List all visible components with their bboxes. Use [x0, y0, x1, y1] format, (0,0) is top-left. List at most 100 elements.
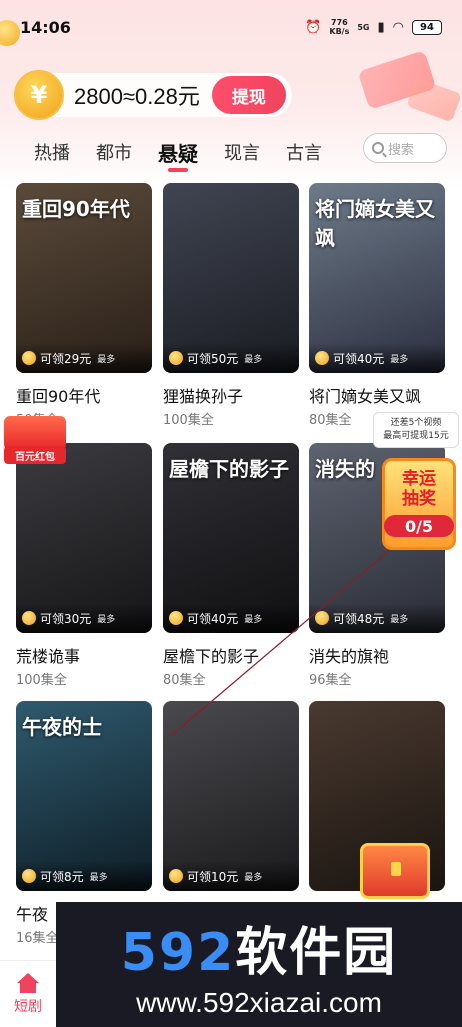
net-speed: 776 KB/s	[329, 18, 349, 36]
net-speed-unit: KB/s	[329, 27, 350, 36]
drama-poster[interactable]: 午夜的士可领8元 最多	[16, 701, 152, 891]
reward-bar: 可领40元 最多	[309, 343, 445, 373]
reward-amount: 可领30元	[40, 611, 92, 626]
drama-poster[interactable]: 可领10元 最多	[163, 701, 299, 891]
reward-amount: 可领50元	[187, 351, 239, 366]
drama-card[interactable]: 可领30元 最多荒楼诡事 100集全	[16, 443, 152, 688]
signal-type: 5G	[357, 22, 370, 32]
drama-title[interactable]: 消失的旗袍	[309, 643, 445, 667]
gold-coin-icon: ¥	[14, 70, 64, 120]
wifi-icon: ◠	[392, 19, 404, 35]
watermark-url: www.592xiazai.com	[136, 987, 382, 1018]
reward-bar: 可领30元 最多	[16, 603, 152, 633]
reward-amount: 可领48元	[333, 611, 385, 626]
coin-balance-pill: ¥ 2800≈0.28元 提现	[14, 70, 292, 120]
tab-4[interactable]: 古言	[286, 132, 322, 172]
reward-amount: 可领10元	[187, 869, 239, 884]
tab-1[interactable]: 都市	[96, 132, 132, 172]
lottery-tooltip: 还差5个视频 最高可提现15元	[373, 412, 459, 448]
net-speed-value: 776	[331, 18, 348, 27]
episode-count: 100集全	[16, 673, 67, 688]
home-icon	[17, 972, 39, 993]
redpacket-icon	[4, 416, 66, 450]
episode-count: 100集全	[163, 413, 214, 428]
reward-bar: 可领50元 最多	[163, 343, 299, 373]
lottery-tip-line2: 最高可提现15元	[383, 431, 449, 441]
drama-title[interactable]: 将门嫡女美又飒	[309, 383, 445, 407]
treasure-chest-icon[interactable]	[360, 843, 430, 899]
tab-2[interactable]: 悬疑	[158, 132, 198, 172]
signal-icon: ▮	[377, 19, 385, 35]
drama-card[interactable]: 将门嫡女美又飒 可领40元 最多 将门嫡女美又飒 80集全	[309, 183, 445, 428]
episode-count: 80集全	[163, 673, 206, 688]
drama-poster[interactable]: 将门嫡女美又飒可领40元 最多	[309, 183, 445, 373]
battery-icon: 94	[412, 19, 442, 35]
drama-poster[interactable]: 可领50元 最多	[163, 183, 299, 373]
lucky-draw-widget[interactable]: 幸运抽奖 0/5	[382, 458, 456, 550]
alarm-icon: ⏰	[305, 19, 322, 35]
reward-max-label: 最多	[244, 872, 263, 883]
drama-poster[interactable]: 屋檐下的影子可领40元 最多	[163, 443, 299, 633]
watermark-logo-text: 软件园	[235, 923, 398, 983]
coin-icon	[315, 351, 329, 365]
lottery-tip-line1: 还差5个视频	[390, 418, 442, 428]
coin-icon	[315, 611, 329, 625]
reward-max-label: 最多	[97, 354, 116, 365]
coin-icon	[22, 869, 36, 883]
reward-max-label: 最多	[244, 354, 263, 365]
drama-card[interactable]: 屋檐下的影子 可领40元 最多 屋檐下的影子 80集全	[163, 443, 299, 688]
lucky-draw-title: 幸运抽奖	[402, 469, 436, 509]
drama-card[interactable]: 可领50元 最多狸猫换孙子 100集全	[163, 183, 299, 428]
status-time: 14:06	[20, 17, 71, 37]
reward-amount: 可领40元	[333, 351, 385, 366]
reward-amount: 可领29元	[40, 351, 92, 366]
tab-0[interactable]: 热播	[34, 132, 70, 172]
poster-title: 屋檐下的影子	[169, 457, 289, 481]
reward-max-label: 最多	[390, 354, 409, 365]
episode-count: 96集全	[309, 673, 352, 688]
coin-icon	[169, 869, 183, 883]
bottom-nav-label: 短剧	[14, 998, 42, 1015]
coin-balance: 2800≈0.28元	[74, 84, 200, 109]
reward-bar: 可领48元 最多	[309, 603, 445, 633]
poster-title: 重回90年代	[22, 197, 130, 221]
coin-balance-row: ¥ 2800≈0.28元 提现	[14, 70, 292, 120]
coin-icon	[169, 351, 183, 365]
status-icons: ⏰ 776 KB/s 5G ▮ ◠ 94	[305, 18, 442, 36]
poster-title: 将门嫡女美又飒	[315, 197, 435, 250]
search-icon	[372, 142, 384, 154]
reward-amount: 可领40元	[187, 611, 239, 626]
tab-3[interactable]: 现言	[224, 132, 260, 172]
drama-poster[interactable]: 重回90年代可领29元 最多	[16, 183, 152, 373]
withdraw-button[interactable]: 提现	[211, 76, 286, 114]
reward-max-label: 最多	[89, 872, 108, 883]
coin-icon	[169, 611, 183, 625]
reward-amount: 可领8元	[40, 869, 84, 884]
status-bar: 14:06 ⏰ 776 KB/s 5G ▮ ◠ 94	[0, 0, 462, 54]
watermark-logo-number: 592	[120, 923, 236, 983]
watermark: 592软件园 www.592xiazai.com	[56, 902, 462, 1027]
search-placeholder: 搜索	[388, 142, 415, 158]
drama-card[interactable]: 可领10元最多惊悚乐园	[163, 701, 299, 925]
coin-icon	[22, 611, 36, 625]
reward-bar: 可领8元 最多	[16, 861, 152, 891]
watermark-logo: 592软件园	[121, 910, 398, 985]
drama-poster[interactable]: 可领30元 最多	[16, 443, 152, 633]
lucky-draw-progress: 0/5	[384, 515, 454, 537]
drama-title[interactable]: 狸猫换孙子	[163, 383, 299, 407]
drama-card[interactable]: 重回90年代可领29元最多重回90年代50集全	[16, 183, 152, 428]
redpacket-label: 百元红包	[4, 446, 66, 464]
drama-title[interactable]: 荒楼诡事	[16, 643, 152, 667]
reward-bar: 可领10元 最多	[163, 861, 299, 891]
search-input[interactable]: 搜索	[363, 133, 447, 163]
reward-max-label: 最多	[390, 614, 409, 625]
reward-max-label: 最多	[244, 614, 263, 625]
reward-bar: 可领40元 最多	[163, 603, 299, 633]
poster-title: 午夜的士	[22, 715, 102, 739]
drama-title[interactable]: 重回90年代	[16, 383, 152, 407]
reward-bar: 可领29元 最多	[16, 343, 152, 373]
redpacket-widget[interactable]: 百元红包	[4, 416, 66, 466]
bottom-nav-item-short-drama[interactable]: 短剧	[0, 960, 56, 1027]
drama-title[interactable]: 屋檐下的影子	[163, 643, 299, 667]
coin-icon	[22, 351, 36, 365]
